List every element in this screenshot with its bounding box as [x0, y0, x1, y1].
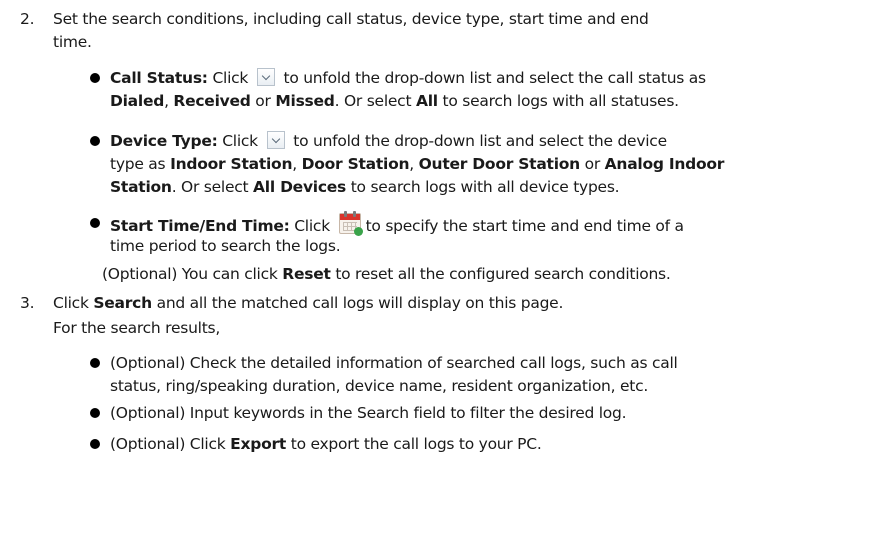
dropdown-arrow-icon	[266, 131, 285, 149]
bullet-icon	[90, 408, 100, 418]
device-type-paragraph-3: Station. Or select All Devices to search…	[110, 177, 620, 197]
option-missed: Missed	[275, 92, 335, 110]
step-text-continued: time.	[53, 33, 92, 51]
results-intro: For the search results,	[53, 319, 221, 337]
text: to export the call logs to your PC.	[286, 435, 542, 453]
option-analog-indoor-station: Station	[110, 178, 172, 196]
text: (Optional) Click	[110, 435, 231, 453]
device-type-paragraph-2: type as Indoor Station, Door Station, Ou…	[110, 154, 724, 174]
text: to specify the start time and end time o…	[365, 217, 684, 235]
results-item-1: (Optional) Check the detailed informatio…	[110, 354, 678, 372]
bullet-icon	[90, 218, 100, 228]
dropdown-arrow-icon	[256, 68, 275, 86]
bullet-icon	[90, 439, 100, 449]
text: . Or select	[171, 178, 254, 196]
export-label: Export	[230, 435, 287, 453]
bullet-icon	[90, 136, 100, 146]
text: to search logs with all statuses.	[437, 92, 680, 110]
text: and all the matched call logs will displ…	[151, 294, 564, 312]
search-label: Search	[93, 294, 152, 312]
option-all: All	[415, 92, 438, 110]
time-paragraph: Start Time/End Time: Click to specify th…	[110, 211, 684, 236]
step-number: 3.	[20, 294, 35, 312]
device-type-paragraph: Device Type: Click to unfold the drop-do…	[110, 131, 667, 151]
option-dialed: Dialed	[110, 92, 165, 110]
option-analog-indoor: Analog Indoor	[604, 155, 725, 173]
calendar-icon	[338, 211, 363, 236]
results-item-3: (Optional) Click Export to export the ca…	[110, 434, 542, 454]
text: (Optional) You can click	[102, 265, 283, 283]
step-number: 2.	[20, 10, 35, 28]
optional-reset-note: (Optional) You can click Reset to reset …	[102, 264, 671, 284]
call-status-paragraph: Call Status: Click to unfold the drop-do…	[110, 68, 706, 88]
step-text: Set the search conditions, including cal…	[53, 10, 649, 28]
bullet-icon	[90, 358, 100, 368]
option-received: Received	[173, 92, 251, 110]
text: ,	[409, 155, 419, 173]
step-text: Click Search and all the matched call lo…	[53, 293, 563, 313]
text: to reset all the configured search condi…	[330, 265, 671, 283]
device-type-label: Device Type:	[110, 132, 218, 150]
option-outer-door-station: Outer Door Station	[418, 155, 581, 173]
results-item-2: (Optional) Input keywords in the Search …	[110, 404, 627, 422]
text: Click	[53, 294, 94, 312]
text: or	[579, 155, 605, 173]
time-paragraph-2: time period to search the logs.	[110, 237, 341, 255]
call-status-label: Call Status:	[110, 69, 208, 87]
text: to search logs with all device types.	[346, 178, 620, 196]
text: . Or select	[334, 92, 416, 110]
results-item-1-continued: status, ring/speaking duration, device n…	[110, 377, 649, 395]
text: to unfold the drop-down list and select …	[288, 132, 667, 150]
reset-label: Reset	[282, 265, 331, 283]
text: type as	[110, 155, 171, 173]
option-door-station: Door Station	[301, 155, 410, 173]
option-all-devices: All Devices	[253, 178, 347, 196]
text: ,	[292, 155, 302, 173]
text: Click	[207, 69, 253, 87]
bullet-icon	[90, 73, 100, 83]
text: Click	[217, 132, 263, 150]
text: Click	[289, 217, 335, 235]
option-indoor-station: Indoor Station	[170, 155, 293, 173]
call-status-paragraph-2: Dialed, Received or Missed. Or select Al…	[110, 91, 679, 111]
time-label: Start Time/End Time:	[110, 217, 290, 235]
text: or	[250, 92, 276, 110]
text: to unfold the drop-down list and select …	[278, 69, 706, 87]
